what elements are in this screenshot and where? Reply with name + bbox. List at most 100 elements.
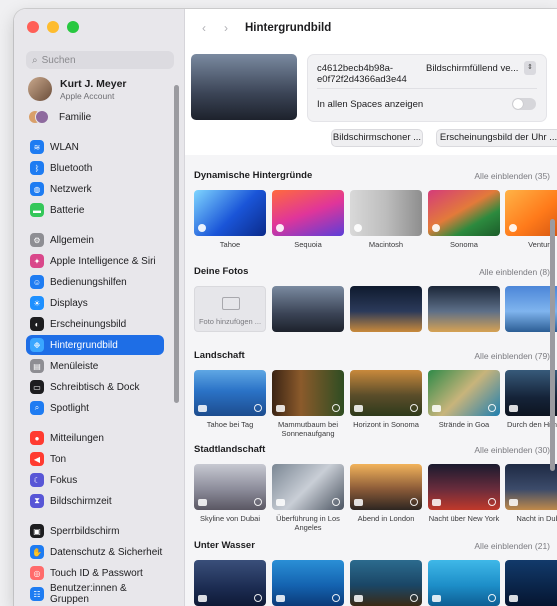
wallpaper-thumbnail[interactable] bbox=[505, 560, 557, 606]
sidebar-item-mitteilungen[interactable]: ● Mitteilungen bbox=[26, 428, 164, 448]
avatar bbox=[28, 77, 52, 101]
spaces-toggle[interactable] bbox=[512, 98, 536, 110]
wallpaper-thumbnail[interactable] bbox=[428, 370, 500, 416]
close-button[interactable] bbox=[27, 21, 39, 33]
clock-appearance-button[interactable]: Erscheinungsbild der Uhr ... bbox=[436, 129, 557, 147]
wifi-icon: ≋ bbox=[30, 140, 44, 154]
wallpaper-label: Skyline von Dubai bbox=[199, 514, 261, 523]
zoom-button[interactable] bbox=[67, 21, 79, 33]
sidebar-item-wlan[interactable]: ≋ WLAN bbox=[26, 137, 164, 157]
show-all-link[interactable]: Alle einblenden (79) bbox=[465, 351, 550, 361]
accessibility-icon: ☺ bbox=[30, 275, 44, 289]
video-icon bbox=[276, 405, 285, 412]
wallpaper-name: c4612becb4b98a-e0f72f2d4366ad3e44 bbox=[317, 63, 407, 85]
wallpaper-thumbnail[interactable] bbox=[350, 370, 422, 416]
sidebar-item-datenschutz-sicherheit[interactable]: ✋ Datenschutz & Sicherheit bbox=[26, 542, 164, 562]
sidebar-item-label: Touch ID & Passwort bbox=[50, 567, 143, 579]
sidebar-item-touch-id-passwort[interactable]: ◎ Touch ID & Passwort bbox=[26, 563, 164, 583]
wallpaper-thumbnail[interactable] bbox=[194, 370, 266, 416]
wallpaper-thumbnail[interactable] bbox=[272, 464, 344, 510]
wallpaper-thumbnail[interactable] bbox=[428, 464, 500, 510]
account-name: Kurt J. Meyer bbox=[60, 77, 127, 90]
wallpaper-thumbnail[interactable] bbox=[272, 370, 344, 416]
video-icon bbox=[354, 405, 363, 412]
wallpaper-thumbnail[interactable] bbox=[350, 190, 422, 236]
wallpaper-thumbnail[interactable] bbox=[272, 286, 344, 332]
sidebar-item-bluetooth[interactable]: ᛒ Bluetooth bbox=[26, 158, 164, 178]
download-icon bbox=[332, 594, 340, 602]
video-icon bbox=[276, 595, 285, 602]
sidebar-item-ton[interactable]: ◀ Ton bbox=[26, 449, 164, 469]
wallpaper-thumbnail[interactable] bbox=[272, 190, 344, 236]
account-subtitle: Apple Account bbox=[60, 90, 115, 101]
sidebar-item-menüleiste[interactable]: ▤ Menüleiste bbox=[26, 356, 164, 376]
sidebar-item-allgemein[interactable]: ⚙ Allgemein bbox=[26, 230, 164, 250]
wallpaper-thumbnail[interactable] bbox=[194, 560, 266, 606]
download-icon bbox=[410, 404, 418, 412]
sidebar-item-bedienungshilfen[interactable]: ☺ Bedienungshilfen bbox=[26, 272, 164, 292]
sidebar-item-apple-intelligence-siri[interactable]: ✦ Apple Intelligence & Siri bbox=[26, 251, 164, 271]
back-icon[interactable]: ‹ bbox=[193, 21, 215, 35]
sidebar-item-bildschirmzeit[interactable]: ⧗ Bildschirmzeit bbox=[26, 491, 164, 511]
dynamic-icon bbox=[198, 224, 206, 232]
show-all-link[interactable]: Alle einblenden (8) bbox=[465, 267, 550, 277]
sidebar-item-batterie[interactable]: ▬ Batterie bbox=[26, 200, 164, 220]
video-icon bbox=[198, 595, 207, 602]
wallpaper-thumbnail[interactable] bbox=[194, 464, 266, 510]
video-icon bbox=[276, 499, 285, 506]
dynamic-icon bbox=[432, 224, 440, 232]
minimize-button[interactable] bbox=[47, 21, 59, 33]
wallpaper-thumbnail[interactable] bbox=[194, 190, 266, 236]
sidebar-item-label: Schreibtisch & Dock bbox=[50, 381, 140, 393]
wallpaper-thumbnail[interactable] bbox=[272, 560, 344, 606]
fill-mode-select[interactable]: Bildschirmfüllend ve... bbox=[426, 63, 518, 74]
show-all-link[interactable]: Alle einblenden (21) bbox=[465, 541, 550, 551]
main-scrollbar[interactable] bbox=[550, 219, 555, 471]
sidebar-item-schreibtisch-dock[interactable]: ▭ Schreibtisch & Dock bbox=[26, 377, 164, 397]
wallpaper-thumbnail[interactable] bbox=[350, 286, 422, 332]
sidebar-item-displays[interactable]: ☀ Displays bbox=[26, 293, 164, 313]
account-profile[interactable]: Kurt J. Meyer Apple Account bbox=[28, 77, 127, 101]
wallpaper-gallery: Dynamische Hintergründe Alle einblenden (… bbox=[185, 155, 557, 606]
gear-icon: ⚙ bbox=[30, 233, 44, 247]
sidebar-item-hintergrundbild[interactable]: ❉ Hintergrundbild bbox=[26, 335, 164, 355]
wallpaper-label: Tahoe bbox=[219, 240, 241, 249]
wallpaper-thumbnail[interactable] bbox=[428, 560, 500, 606]
add-photo-label: Foto hinzufügen ... bbox=[198, 317, 262, 326]
sidebar-item-label: Batterie bbox=[50, 204, 85, 216]
chevron-updown-icon[interactable]: ⇕ bbox=[524, 61, 536, 75]
screensaver-button[interactable]: Bildschirmschoner ... bbox=[331, 129, 423, 147]
wallpaper-thumbnail[interactable] bbox=[428, 286, 500, 332]
search-input[interactable]: ⌕ Suchen bbox=[26, 51, 174, 69]
show-all-link[interactable]: Alle einblenden (30) bbox=[465, 445, 550, 455]
show-all-link[interactable]: Alle einblenden (35) bbox=[465, 171, 550, 181]
video-icon bbox=[432, 499, 441, 506]
settings-window: ⌕ Suchen Kurt J. Meyer Apple Account Fam… bbox=[14, 9, 557, 606]
download-icon bbox=[488, 594, 496, 602]
wallpaper-thumbnail[interactable] bbox=[428, 190, 500, 236]
video-icon bbox=[198, 499, 207, 506]
photo-add-icon bbox=[222, 297, 240, 310]
search-icon: ⌕ bbox=[32, 54, 38, 66]
sidebar-item-fokus[interactable]: ☾ Fokus bbox=[26, 470, 164, 490]
video-icon bbox=[509, 405, 518, 412]
sidebar-item-benutzer-innen-gruppen[interactable]: ☷ Benutzer:innen & Gruppen bbox=[26, 583, 164, 605]
video-icon bbox=[432, 595, 441, 602]
sidebar-item-label: Netzwerk bbox=[50, 183, 92, 195]
download-icon bbox=[254, 404, 262, 412]
sidebar-item-label: Sperrbildschirm bbox=[50, 525, 120, 537]
wallpaper-thumbnail[interactable] bbox=[350, 464, 422, 510]
wallpaper-label: Überführung in Los Angeles bbox=[276, 514, 340, 532]
family-item[interactable]: Familie bbox=[28, 110, 91, 124]
sidebar-item-sperrbildschirm[interactable]: ▣ Sperrbildschirm bbox=[26, 521, 164, 541]
forward-icon[interactable]: › bbox=[215, 21, 237, 35]
wallpaper-thumbnail[interactable] bbox=[350, 560, 422, 606]
wallpaper-thumbnail[interactable] bbox=[505, 464, 557, 510]
sidebar-item-netzwerk[interactable]: ◍ Netzwerk bbox=[26, 179, 164, 199]
add-photo-button[interactable]: Foto hinzufügen ... bbox=[194, 286, 266, 332]
window-controls bbox=[27, 21, 79, 33]
sidebar-item-erscheinungsbild[interactable]: ◐ Erscheinungsbild bbox=[26, 314, 164, 334]
sidebar-item-spotlight[interactable]: ⌕ Spotlight bbox=[26, 398, 164, 418]
sidebar-scrollbar[interactable] bbox=[174, 85, 179, 403]
wallpaper-label: Sonoma bbox=[450, 240, 478, 249]
